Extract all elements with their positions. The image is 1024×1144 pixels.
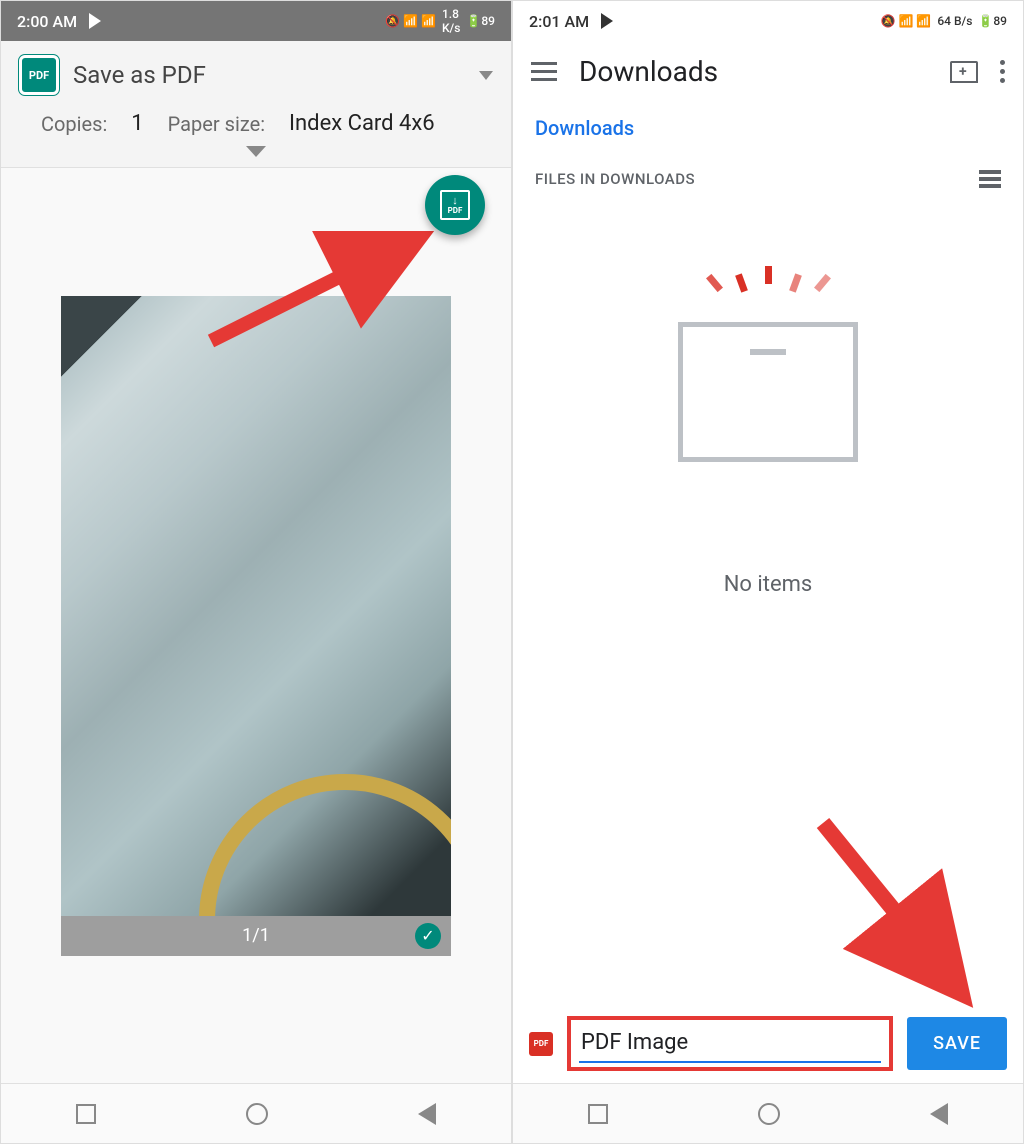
page-selected-check-icon[interactable]: ✓ (415, 923, 441, 949)
filename-input[interactable] (579, 1024, 881, 1063)
download-pdf-icon: PDF (440, 190, 470, 220)
page-counter: 1/1 (242, 925, 270, 946)
paper-size-value[interactable]: Index Card 4x6 (289, 111, 435, 136)
breadcrumb-downloads[interactable]: Downloads (513, 102, 1023, 154)
nav-back-button[interactable] (418, 1103, 436, 1125)
nav-back-button[interactable] (930, 1103, 948, 1125)
hamburger-menu-icon[interactable] (531, 62, 557, 81)
phone-downloads-screen: 2:01 AM 🔕 📶 📶 64 B/s 🔋89 Downloads Downl… (512, 0, 1024, 1144)
status-bar: 2:00 AM 🔕 📶 📶 1.8K/s 🔋89 (1, 1, 511, 41)
nav-recent-button[interactable] (76, 1104, 96, 1124)
status-icons: 🔕 📶 📶 1.8K/s 🔋89 (385, 7, 495, 35)
status-time: 2:01 AM (529, 12, 589, 31)
page-thumbnail[interactable]: 1/1 ✓ (61, 296, 451, 956)
downloads-toolbar: Downloads (513, 41, 1023, 102)
new-folder-icon[interactable] (950, 61, 978, 83)
overflow-menu-icon[interactable] (1000, 60, 1005, 83)
print-destination-row[interactable]: PDF Save as PDF (1, 41, 511, 105)
status-icons: 🔕 📶 📶 64 B/s 🔋89 (881, 14, 1007, 28)
empty-sparks-icon (711, 274, 826, 292)
empty-state: No items (513, 204, 1023, 1004)
play-store-icon (89, 13, 101, 29)
page-preview-image (61, 296, 451, 916)
print-preview-area: 1/1 ✓ (1, 168, 511, 1083)
nav-home-button[interactable] (246, 1103, 268, 1125)
nav-home-button[interactable] (758, 1103, 780, 1125)
empty-box-icon (678, 322, 858, 462)
print-options-panel: PDF Save as PDF Copies: 1 Paper size: In… (1, 41, 511, 168)
expand-options-button[interactable] (1, 142, 511, 167)
nav-recent-button[interactable] (588, 1104, 608, 1124)
pdf-icon: PDF (19, 55, 59, 95)
page-title: Downloads (579, 55, 928, 88)
copies-label: Copies: (41, 112, 107, 136)
section-header: FILES IN DOWNLOADS (535, 170, 695, 188)
phone-print-screen: 2:00 AM 🔕 📶 📶 1.8K/s 🔋89 PDF Save as PDF… (0, 0, 512, 1144)
view-toggle-icon[interactable] (979, 170, 1001, 188)
save-button[interactable]: SAVE (907, 1017, 1007, 1070)
paper-size-label: Paper size: (168, 112, 265, 136)
play-store-icon (601, 13, 613, 29)
save-pdf-fab[interactable]: PDF (425, 175, 485, 235)
print-destination-label: Save as PDF (73, 61, 465, 89)
filename-highlight (567, 1016, 893, 1071)
page-counter-bar: 1/1 ✓ (61, 916, 451, 956)
nav-bar (513, 1083, 1023, 1143)
empty-text: No items (724, 572, 813, 597)
pdf-file-icon: PDF (529, 1032, 553, 1056)
nav-bar (1, 1083, 511, 1143)
section-header-row: FILES IN DOWNLOADS (513, 154, 1023, 204)
status-bar: 2:01 AM 🔕 📶 📶 64 B/s 🔋89 (513, 1, 1023, 41)
dropdown-caret-icon (479, 71, 493, 80)
save-file-row: PDF SAVE (513, 1004, 1023, 1083)
status-time: 2:00 AM (17, 12, 77, 31)
copies-value[interactable]: 1 (131, 111, 143, 136)
